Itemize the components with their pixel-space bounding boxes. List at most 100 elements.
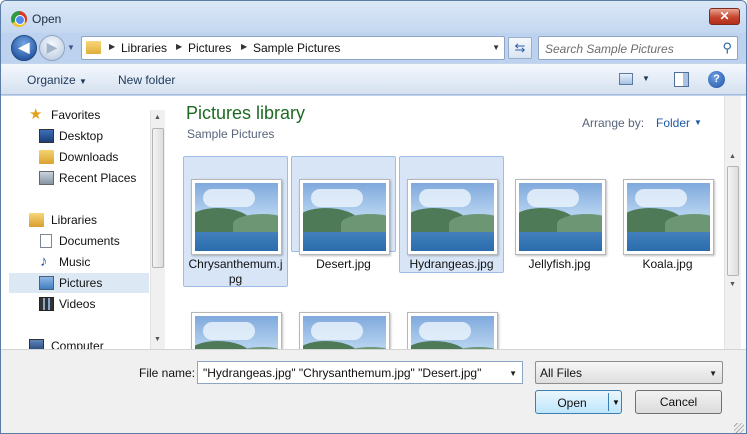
organize-button[interactable]: Organize ▼ xyxy=(27,73,87,87)
sidebar-item-favorites[interactable]: ★ Favorites xyxy=(9,105,149,125)
forward-button[interactable]: ▶ xyxy=(39,35,65,61)
library-subtitle: Sample Pictures xyxy=(187,127,275,141)
scroll-down-icon[interactable]: ▼ xyxy=(729,281,736,288)
search-icon[interactable]: ⚲ xyxy=(722,40,732,56)
star-icon: ★ xyxy=(29,106,43,123)
file-tile[interactable]: Jellyfish.jpg xyxy=(507,156,612,287)
file-tile[interactable]: Koala.jpg xyxy=(615,156,720,287)
libraries-icon xyxy=(29,213,44,227)
content-area: ★ Favorites Desktop Downloads Recent Pla… xyxy=(1,96,746,388)
preview-pane-icon[interactable] xyxy=(674,72,689,87)
sidebar-item-label: Videos xyxy=(59,297,96,311)
dialog-footer: File name: "Hydrangeas.jpg" "Chrysanthem… xyxy=(1,349,746,433)
address-dropdown-icon[interactable]: ▼ xyxy=(492,43,500,52)
file-view: Pictures library Sample Pictures Arrange… xyxy=(169,96,724,388)
refresh-button[interactable]: ⇆ xyxy=(508,37,532,59)
chevron-down-icon[interactable]: ▼ xyxy=(694,118,702,127)
sidebar-item-videos[interactable]: Videos xyxy=(9,294,149,314)
open-dialog: Open ✕ ◀ ▶ ▼ ▶ Libraries ▶ Pictures ▶ Sa… xyxy=(0,0,747,434)
change-view-icon[interactable] xyxy=(619,73,633,85)
image-thumbnail xyxy=(515,179,606,255)
cancel-button[interactable]: Cancel xyxy=(635,390,722,414)
resize-grip[interactable] xyxy=(734,423,744,433)
breadcrumb-separator-icon[interactable]: ▶ xyxy=(109,42,115,51)
recent-places-icon xyxy=(39,171,54,185)
breadcrumb-libraries[interactable]: Libraries xyxy=(121,41,167,55)
view-options-dropdown[interactable]: ▼ xyxy=(642,74,650,83)
scrollbar-thumb[interactable] xyxy=(727,166,739,276)
search-input[interactable]: Search Sample Pictures ⚲ xyxy=(538,36,738,60)
file-name: Koala.jpg xyxy=(642,257,693,271)
file-name: Jellyfish.jpg xyxy=(528,257,591,271)
breadcrumb-separator-icon[interactable]: ▶ xyxy=(176,42,182,51)
open-options-dropdown[interactable]: ▼ xyxy=(612,398,620,407)
sidebar-item-label: Downloads xyxy=(59,150,119,164)
navigation-scrollbar[interactable]: ▲ ▼ xyxy=(150,110,165,349)
navigation-bar: ◀ ▶ ▼ ▶ Libraries ▶ Pictures ▶ Sample Pi… xyxy=(1,33,746,63)
scroll-up-icon[interactable]: ▲ xyxy=(729,153,736,160)
address-bar[interactable]: ▶ Libraries ▶ Pictures ▶ Sample Pictures… xyxy=(81,36,505,60)
help-icon[interactable]: ? xyxy=(708,71,725,88)
music-icon: ♪ xyxy=(40,253,48,270)
file-name-input[interactable]: "Hydrangeas.jpg" "Chrysanthemum.jpg" "De… xyxy=(197,361,523,384)
chevron-down-icon[interactable]: ▼ xyxy=(509,369,517,378)
pictures-icon xyxy=(39,276,54,290)
sidebar-item-pictures[interactable]: Pictures xyxy=(9,273,149,293)
back-button[interactable]: ◀ xyxy=(11,35,37,61)
breadcrumb-pictures[interactable]: Pictures xyxy=(188,41,231,55)
file-type-value: All Files xyxy=(540,366,583,380)
file-name: Chrysanthemum.jpg xyxy=(188,257,283,286)
sidebar-item-label: Desktop xyxy=(59,129,104,143)
split-divider xyxy=(608,393,609,411)
image-thumbnail xyxy=(623,179,714,255)
search-placeholder: Search Sample Pictures xyxy=(545,42,674,56)
library-title: Pictures library xyxy=(186,103,306,123)
chevron-down-icon[interactable]: ▼ xyxy=(709,369,717,378)
sidebar-item-label: Favorites xyxy=(51,108,101,122)
scroll-up-icon[interactable]: ▲ xyxy=(154,114,161,121)
scroll-down-icon[interactable]: ▼ xyxy=(154,336,161,343)
window-title: Open xyxy=(32,12,62,26)
file-tile[interactable]: Desert.jpg xyxy=(291,156,396,271)
file-tile[interactable]: Hydrangeas.jpg xyxy=(399,156,504,273)
documents-icon xyxy=(40,234,52,248)
command-toolbar: Organize ▼ New folder ▼ ? xyxy=(1,63,746,95)
file-name-label: File name: xyxy=(139,366,196,380)
breadcrumb-sample-pictures[interactable]: Sample Pictures xyxy=(253,41,340,55)
sidebar-item-label: Music xyxy=(59,255,91,269)
file-name: Desert.jpg xyxy=(316,257,371,271)
file-type-select[interactable]: All Files ▼ xyxy=(535,361,723,384)
title-bar: Open ✕ xyxy=(1,1,746,33)
organize-label: Organize xyxy=(27,73,76,87)
downloads-icon xyxy=(39,150,54,164)
sidebar-item-libraries[interactable]: Libraries xyxy=(9,210,149,230)
sidebar-item-label: Libraries xyxy=(51,213,98,227)
desktop-icon xyxy=(39,129,54,143)
arrange-by-label: Arrange by: xyxy=(582,116,645,130)
arrange-by-dropdown[interactable]: Folder xyxy=(656,116,690,130)
sidebar-item-label: Pictures xyxy=(59,276,103,290)
file-tile[interactable]: Chrysanthemum.jpg xyxy=(183,156,288,287)
sidebar-item-recent-places[interactable]: Recent Places xyxy=(9,168,149,188)
image-thumbnail xyxy=(299,179,390,255)
navigation-pane: ★ Favorites Desktop Downloads Recent Pla… xyxy=(8,96,149,353)
open-button[interactable]: Open ▼ xyxy=(535,390,622,414)
open-button-label: Open xyxy=(557,396,587,410)
file-view-scrollbar[interactable]: ▲ ▼ xyxy=(724,96,741,349)
image-thumbnail xyxy=(191,179,282,255)
scrollbar-thumb[interactable] xyxy=(152,128,164,268)
chrome-icon xyxy=(11,11,27,27)
sidebar-item-label: Documents xyxy=(59,234,120,248)
sidebar-item-downloads[interactable]: Downloads xyxy=(9,147,149,167)
chevron-down-icon: ▼ xyxy=(79,77,87,86)
sidebar-item-music[interactable]: ♪ Music xyxy=(9,252,149,272)
breadcrumb-separator-icon[interactable]: ▶ xyxy=(241,42,247,51)
new-folder-button[interactable]: New folder xyxy=(118,73,175,87)
sidebar-item-desktop[interactable]: Desktop xyxy=(9,126,149,146)
folder-icon xyxy=(86,41,101,54)
file-name: Hydrangeas.jpg xyxy=(409,257,494,271)
recent-pages-dropdown[interactable]: ▼ xyxy=(67,42,77,54)
sidebar-item-documents[interactable]: Documents xyxy=(9,231,149,251)
sidebar-item-label: Recent Places xyxy=(59,171,137,185)
close-button[interactable]: ✕ xyxy=(709,8,740,25)
